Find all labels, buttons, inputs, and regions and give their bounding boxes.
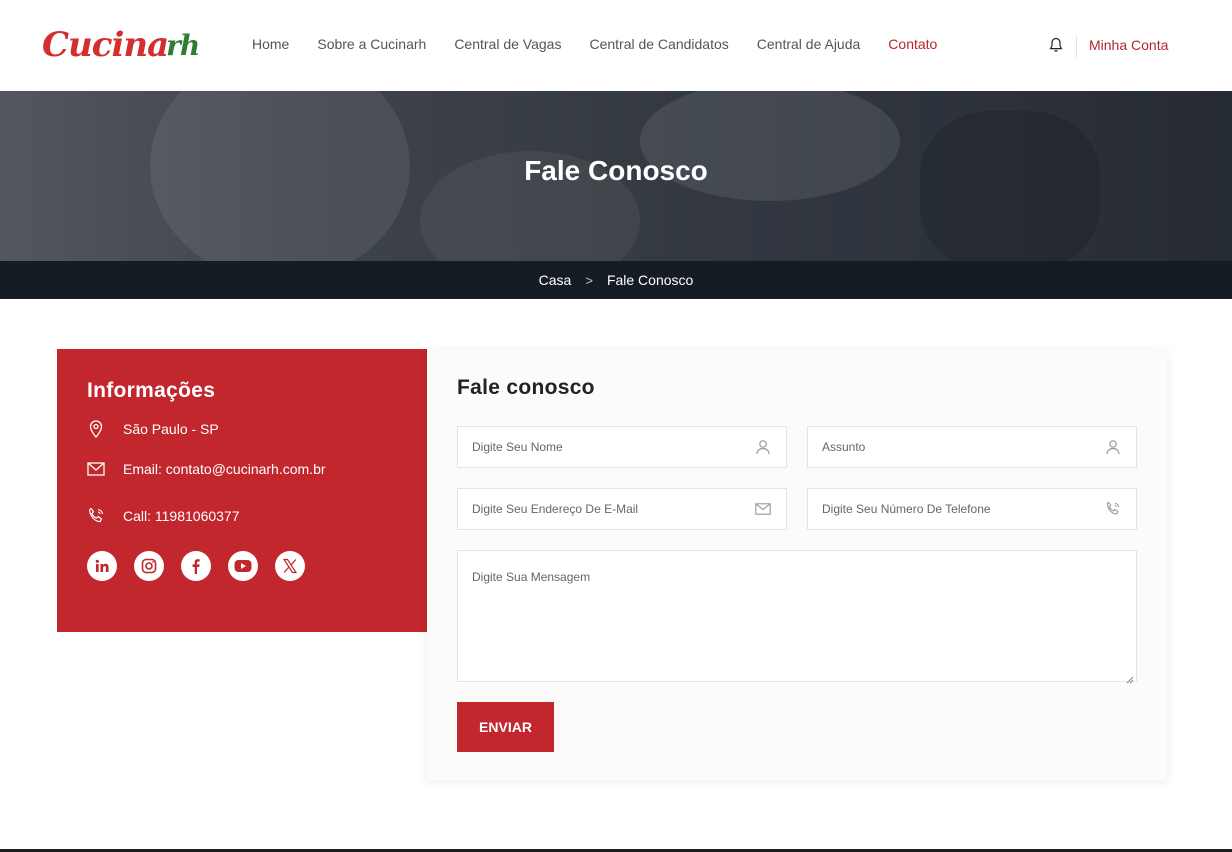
info-phone: Call: 11981060377	[87, 492, 397, 539]
info-email: Email: contato@cucinarh.com.br	[87, 445, 397, 492]
submit-button[interactable]: ENVIAR	[457, 702, 554, 752]
mail-icon	[754, 500, 772, 518]
logo-text-primary: Cucina	[42, 25, 169, 65]
nav-central-vagas[interactable]: Central de Vagas	[454, 36, 561, 52]
cucinarh-logo[interactable]: Cucina rh	[42, 22, 200, 68]
nav-sobre[interactable]: Sobre a Cucinarh	[317, 36, 426, 52]
info-phone-text[interactable]: Call: 11981060377	[123, 508, 240, 524]
header-divider	[1076, 36, 1077, 58]
contact-form-card: Fale conosco ENVIAR	[427, 349, 1167, 780]
message-field[interactable]	[457, 550, 1137, 684]
nav-contato[interactable]: Contato	[888, 36, 937, 52]
phone-icon	[87, 507, 105, 525]
breadcrumb: Casa > Fale Conosco	[0, 261, 1232, 299]
breadcrumb-separator-icon: >	[585, 272, 593, 288]
subject-field[interactable]	[807, 426, 1137, 468]
breadcrumb-current: Fale Conosco	[606, 272, 694, 288]
resize-grip-icon[interactable]	[1126, 671, 1134, 684]
phone-field[interactable]	[807, 488, 1137, 530]
phone-icon	[1104, 500, 1122, 518]
social-links	[87, 551, 397, 581]
nav-central-candidatos[interactable]: Central de Candidatos	[589, 36, 728, 52]
user-icon	[754, 438, 772, 456]
name-input[interactable]	[472, 440, 754, 454]
linkedin-icon[interactable]	[87, 551, 117, 581]
page-title: Fale Conosco	[524, 155, 708, 186]
info-email-text[interactable]: Email: contato@cucinarh.com.br	[123, 461, 326, 477]
name-field[interactable]	[457, 426, 787, 468]
contact-info-card: Informações São Paulo - SP Email: contat…	[57, 349, 427, 632]
email-field[interactable]	[457, 488, 787, 530]
minha-conta-link[interactable]: Minha Conta	[1089, 37, 1168, 53]
message-textarea[interactable]	[458, 551, 1136, 681]
subject-input[interactable]	[822, 440, 1104, 454]
youtube-icon[interactable]	[228, 551, 258, 581]
facebook-icon[interactable]	[181, 551, 211, 581]
bell-icon[interactable]	[1048, 37, 1064, 53]
logo-text-secondary: rh	[166, 28, 200, 62]
x-twitter-icon[interactable]	[275, 551, 305, 581]
nav-central-ajuda[interactable]: Central de Ajuda	[757, 36, 861, 52]
nav-home[interactable]: Home	[252, 36, 289, 52]
phone-input[interactable]	[822, 502, 1104, 516]
email-input[interactable]	[472, 502, 754, 516]
user-icon	[1104, 438, 1122, 456]
info-title: Informações	[87, 379, 216, 402]
top-header: Cucina rh Home Sobre a Cucinarh Central …	[0, 0, 1232, 91]
breadcrumb-home[interactable]: Casa	[539, 272, 572, 288]
mail-icon	[87, 460, 105, 478]
map-pin-icon	[87, 420, 105, 438]
page-hero-banner: Fale Conosco	[0, 91, 1232, 261]
info-location: São Paulo - SP	[87, 413, 397, 445]
main-nav: Home Sobre a Cucinarh Central de Vagas C…	[252, 36, 937, 52]
instagram-icon[interactable]	[134, 551, 164, 581]
form-title: Fale conosco	[457, 376, 595, 399]
info-location-text: São Paulo - SP	[123, 421, 219, 437]
